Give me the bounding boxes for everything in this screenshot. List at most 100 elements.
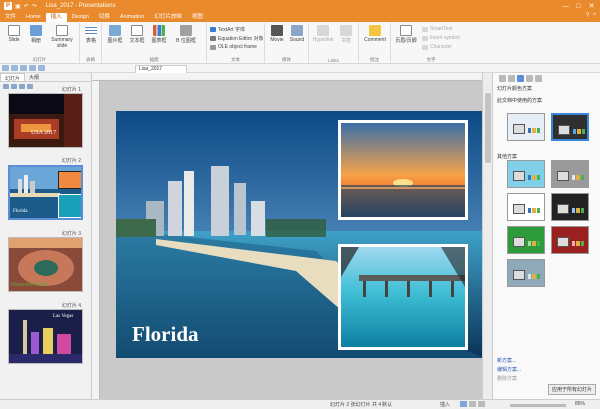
group-text-objects: TextArt 字体 Equation Editor 对象 OLE object… [207, 23, 265, 63]
menu-file[interactable]: 文件 [0, 13, 21, 22]
outline-view-icon[interactable] [469, 401, 476, 407]
maximize-button[interactable]: □ [572, 0, 585, 12]
chart-frame-button[interactable]: 图表框 [149, 25, 169, 44]
scheme-swatch[interactable] [507, 226, 545, 254]
menu-design[interactable]: Design [67, 13, 94, 22]
background-icon[interactable] [508, 74, 515, 82]
menu-slideshow[interactable]: 幻灯片放映 [149, 13, 187, 22]
sorter-view-icon[interactable] [478, 401, 485, 407]
comment-button[interactable]: Comment [362, 25, 388, 43]
header-footer-icon [400, 25, 412, 36]
slide-thumbnail-2[interactable]: Florida [8, 165, 83, 220]
menu-home[interactable]: Home [21, 13, 46, 22]
minimize-button[interactable]: — [559, 0, 572, 12]
equation-editor-button[interactable]: Equation Editor 对象 [210, 35, 264, 42]
slide-thumbnail-3[interactable]: Horseshoe Bend [8, 237, 83, 292]
close-button[interactable]: ✕ [585, 0, 598, 12]
bridge-photo-frame[interactable] [338, 244, 468, 350]
character-button[interactable]: Character [422, 44, 452, 50]
scheme-icon[interactable] [517, 74, 524, 82]
current-slide[interactable]: Florida [116, 111, 484, 358]
zoom-slider[interactable] [510, 404, 566, 407]
scheme-swatch[interactable] [507, 193, 545, 221]
group-label: 媒体 [282, 57, 291, 62]
animation-icon[interactable] [535, 74, 542, 82]
slide-editor[interactable]: Florida [92, 73, 484, 399]
menu-insert[interactable]: 插入 [45, 13, 67, 22]
menu-view[interactable]: 视图 [187, 13, 208, 22]
bookmark-button[interactable]: 书签 [337, 25, 355, 44]
chart-icon [153, 25, 165, 36]
section-used-schemes: 此文档中使用的方案 [497, 98, 543, 104]
scheme-swatch[interactable] [507, 259, 545, 287]
ribbon: Slide 相册 Summary slide 幻灯片 表格 表格 图片框 文本框… [0, 22, 600, 64]
slide-label: 幻灯片 3 [61, 231, 81, 237]
thumb-caption: Las Vegas [53, 314, 74, 319]
print-icon[interactable] [29, 65, 36, 71]
new-icon[interactable] [2, 65, 9, 71]
tab-outline[interactable]: 大纲 [25, 73, 43, 81]
paste-icon[interactable] [19, 84, 25, 89]
smarttext-button[interactable]: SmartText [422, 26, 453, 32]
delete-scheme-link[interactable]: 删除方案 [497, 375, 521, 384]
slide-button[interactable]: Slide [5, 25, 23, 43]
sunset-photo-frame[interactable] [338, 120, 468, 220]
apply-to-all-button[interactable]: 应用于所有幻灯片 [547, 384, 596, 395]
group-label: 幻灯片 [32, 57, 47, 62]
transition-icon[interactable] [526, 74, 533, 82]
menu-animation[interactable]: Animation [115, 13, 149, 22]
group-text: 页眉/页脚 SmartText Insert symbol Character … [391, 23, 471, 63]
undo-icon[interactable] [38, 65, 45, 71]
zoom-level[interactable]: 86% [575, 401, 585, 407]
textart-button[interactable]: TextArt 字体 [210, 26, 245, 33]
undo-icon[interactable]: ↶ [24, 3, 29, 10]
ole-frame-button[interactable]: OLE object frame [210, 44, 257, 50]
picture-frame-button[interactable]: 图片框 [105, 25, 125, 44]
edit-scheme-link[interactable]: 编辑方案... [497, 366, 521, 375]
sound-button[interactable]: Sound [288, 25, 306, 43]
new-scheme-link[interactable]: 新方案... [497, 357, 521, 366]
scheme-swatch[interactable] [551, 226, 589, 254]
insert-symbol-button[interactable]: Insert symbol [422, 35, 460, 41]
view-buttons [460, 401, 485, 407]
new-slide-icon[interactable] [3, 84, 9, 89]
table-button[interactable]: 表格 [83, 25, 99, 44]
bitmap-frame-button[interactable]: B 位图框 [171, 25, 201, 44]
scheme-swatch[interactable] [551, 160, 589, 188]
hyperlink-button[interactable]: Hyperlink [311, 25, 335, 43]
help-icon[interactable]: ? [586, 13, 589, 19]
slide-title[interactable]: Florida [132, 322, 199, 347]
thumb-caption: USA 2017 [31, 130, 57, 136]
group-label: 文本 [231, 57, 240, 62]
text-frame-button[interactable]: 文本框 [127, 25, 147, 44]
header-footer-button[interactable]: 页眉/页脚 [394, 25, 418, 44]
scheme-swatch[interactable] [507, 113, 545, 141]
normal-view-icon[interactable] [460, 401, 467, 407]
scheme-swatch[interactable] [551, 113, 589, 141]
delete-icon[interactable] [27, 84, 33, 89]
slide-thumbnail-4[interactable]: Las Vegas [8, 309, 83, 364]
layout-icon[interactable] [499, 74, 506, 82]
group-table: 表格 表格 [80, 23, 102, 63]
group-media: Movie Sound 媒体 [265, 23, 309, 63]
slide-thumbnail-1[interactable]: USA 2017 [8, 93, 83, 148]
scrollbar-thumb[interactable] [485, 93, 491, 163]
document-tab[interactable]: Lisa_2017 [135, 65, 187, 73]
summary-slide-button[interactable]: Summary slide [49, 25, 75, 49]
save-icon[interactable] [20, 65, 27, 71]
scheme-swatch[interactable] [507, 160, 545, 188]
album-button[interactable]: 相册 [27, 25, 45, 44]
copy-icon[interactable] [11, 84, 17, 89]
section-other-schemes: 其他方案 [497, 154, 518, 160]
collapse-ribbon-icon[interactable]: ^ [593, 13, 596, 19]
vertical-scrollbar[interactable] [482, 73, 492, 399]
tab-slides[interactable]: 幻灯片 [0, 73, 26, 82]
group-label: 批注 [370, 57, 379, 62]
scheme-swatch[interactable] [551, 193, 589, 221]
open-icon[interactable] [11, 65, 18, 71]
movie-button[interactable]: Movie [268, 25, 286, 43]
picture-icon [109, 25, 121, 36]
menu-transitions[interactable]: 切换 [94, 13, 115, 22]
redo-icon[interactable]: ↷ [32, 3, 37, 10]
save-icon[interactable]: ▣ [15, 3, 21, 10]
